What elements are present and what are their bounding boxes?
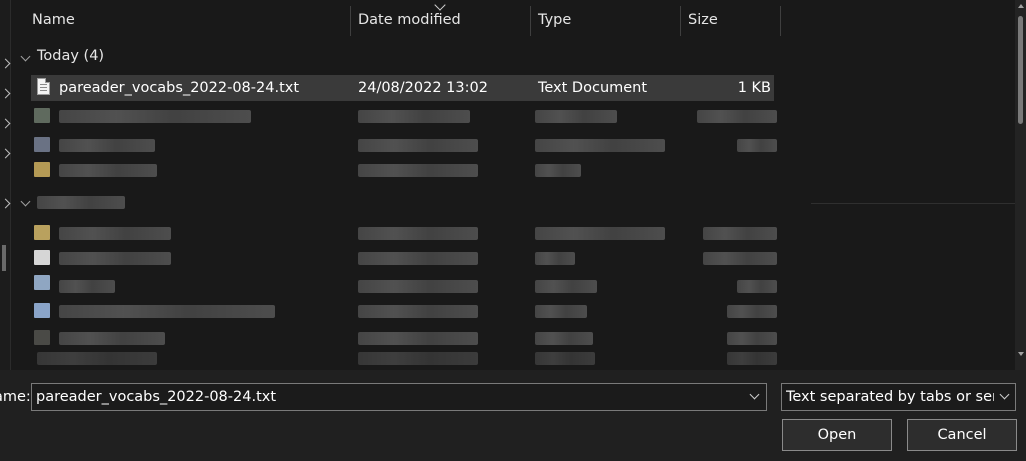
expand-chevron-icon[interactable]: [0, 88, 11, 99]
expand-chevron-icon[interactable]: [0, 118, 11, 129]
expand-chevron-icon[interactable]: [0, 148, 11, 159]
column-header-size[interactable]: Size: [678, 0, 780, 36]
expand-chevron-icon[interactable]: [0, 58, 11, 69]
redacted-file-icon: [34, 108, 50, 123]
file-name-input[interactable]: [36, 384, 736, 410]
file-date-modified: 24/08/2022 13:02: [358, 80, 488, 96]
redacted-file-icon: [34, 137, 50, 152]
list-item[interactable]: pareader_vocabs_2022-08-24.txt 24/08/202…: [31, 75, 774, 101]
vertical-scrollbar[interactable]: [1015, 0, 1026, 370]
redacted-file-icon: [34, 330, 50, 345]
redacted-file-icon: [34, 162, 50, 177]
file-size: 1 KB: [737, 80, 771, 96]
scroll-up-arrow-icon[interactable]: [1018, 4, 1024, 8]
file-type-value: Text separated by tabs or semic: [786, 389, 994, 405]
group-label: Today (4): [37, 48, 105, 64]
group-header-redacted[interactable]: [11, 191, 1015, 215]
text-file-icon: [37, 78, 50, 95]
file-name-label: ame:: [0, 389, 31, 405]
navigation-scrollbar-thumb[interactable]: [2, 245, 6, 271]
column-header-type[interactable]: Type: [528, 0, 680, 36]
open-button[interactable]: Open: [782, 419, 892, 451]
file-type-select[interactable]: Text separated by tabs or semic: [781, 383, 1016, 411]
redacted-file-icon: [34, 250, 50, 265]
redacted-file-icon: [34, 225, 50, 240]
expand-chevron-icon[interactable]: [0, 198, 11, 209]
scrollbar-thumb[interactable]: [1018, 16, 1023, 124]
redacted-file-icon: [34, 303, 50, 318]
navigation-pane[interactable]: [0, 0, 11, 370]
column-header-name[interactable]: Name: [22, 0, 350, 36]
collapse-chevron-icon[interactable]: [20, 196, 31, 207]
file-list[interactable]: Name Date modified Type Size Today (4) p…: [11, 0, 1015, 370]
collapse-chevron-icon[interactable]: [20, 51, 31, 62]
cancel-button[interactable]: Cancel: [907, 419, 1017, 451]
chevron-down-icon[interactable]: [749, 389, 760, 400]
file-type: Text Document: [538, 80, 648, 96]
redacted-file-icon: [34, 275, 50, 290]
file-name: pareader_vocabs_2022-08-24.txt: [59, 80, 300, 96]
file-name-combobox[interactable]: [31, 383, 767, 411]
column-divider[interactable]: [780, 6, 781, 36]
column-header: Name Date modified Type Size: [11, 0, 1015, 37]
column-header-date-modified[interactable]: Date modified: [348, 0, 530, 36]
dialog-footer: ame: Text separated by tabs or semic Ope…: [0, 370, 1026, 461]
group-header-today[interactable]: Today (4): [11, 46, 1015, 70]
group-divider: [811, 203, 1015, 204]
chevron-down-icon[interactable]: [999, 389, 1010, 400]
scroll-down-arrow-icon[interactable]: [1018, 352, 1024, 356]
